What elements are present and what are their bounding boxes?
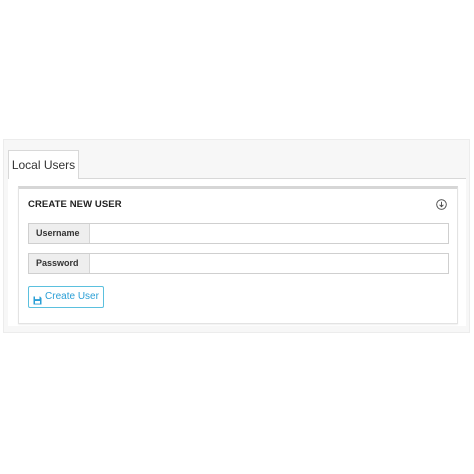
username-input-group: Username — [28, 223, 449, 244]
tab-local-users[interactable]: Local Users — [8, 150, 79, 179]
panel-title: CREATE NEW USER — [28, 199, 122, 210]
panel-header: CREATE NEW USER — [27, 195, 449, 215]
circle-arrow-down-icon[interactable] — [436, 197, 447, 210]
password-field[interactable] — [90, 254, 448, 273]
username-field[interactable] — [90, 224, 448, 243]
password-label: Password — [29, 254, 90, 273]
password-input-group: Password — [28, 253, 449, 274]
floppy-disk-icon — [33, 293, 42, 304]
user-management-container: Local Users CREATE NEW USER Username Pas… — [3, 139, 470, 333]
create-user-button[interactable]: Create User — [28, 286, 104, 308]
username-label: Username — [29, 224, 90, 243]
create-user-label: Create User — [45, 291, 99, 302]
create-user-panel: CREATE NEW USER Username Password Create… — [18, 186, 458, 324]
